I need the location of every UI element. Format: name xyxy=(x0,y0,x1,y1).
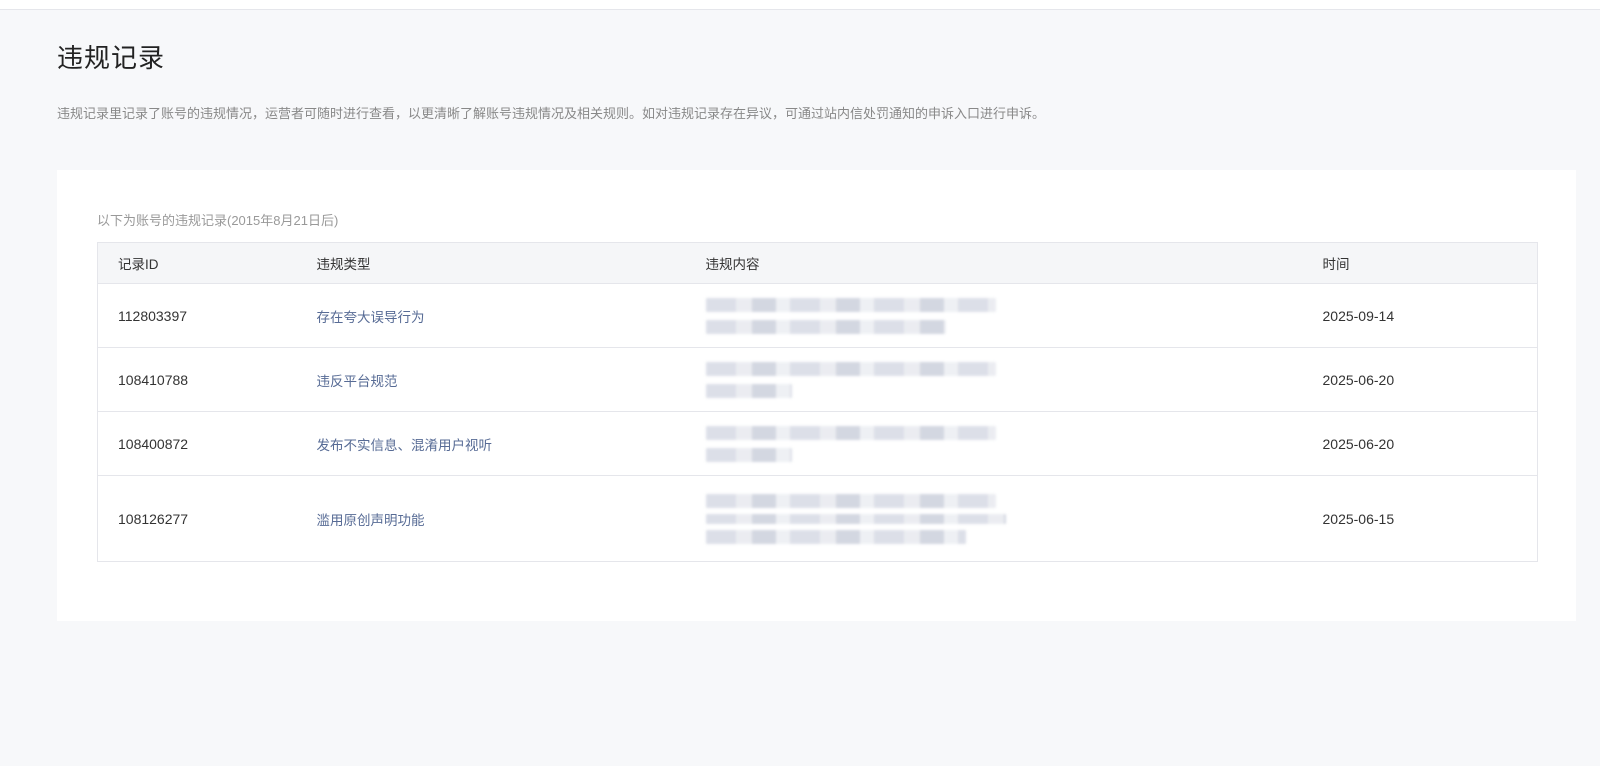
violation-type-cell: 滥用原创声明功能 xyxy=(296,475,686,562)
table-row: 108400872 发布不实信息、混淆用户视听 2025-06-20 xyxy=(97,411,1538,476)
violation-content-blurred xyxy=(685,411,1303,476)
column-header-violation-type: 违规类型 xyxy=(296,242,686,284)
blurred-text-line xyxy=(705,529,966,544)
blurred-text-line xyxy=(705,383,792,398)
table-row: 112803397 存在夸大误导行为 2025-09-14 xyxy=(97,283,1538,348)
blurred-text-line xyxy=(705,361,996,376)
violation-content-blurred xyxy=(685,347,1303,412)
record-id: 108126277 xyxy=(97,475,297,562)
violation-type-cell: 存在夸大误导行为 xyxy=(296,283,686,348)
violation-type-cell: 发布不实信息、混淆用户视听 xyxy=(296,411,686,476)
blurred-text-line xyxy=(705,513,1006,524)
page-title: 违规记录 xyxy=(57,43,166,73)
blurred-text-line xyxy=(705,319,946,334)
record-id: 108410788 xyxy=(97,347,297,412)
violation-type-link[interactable]: 滥用原创声明功能 xyxy=(317,513,425,528)
record-time: 2025-06-20 xyxy=(1302,411,1538,476)
violation-type-link[interactable]: 违反平台规范 xyxy=(317,374,398,389)
column-header-violation-content: 违规内容 xyxy=(685,242,1303,284)
table-header-row: 记录ID 违规类型 违规内容 时间 xyxy=(97,242,1538,284)
record-id: 108400872 xyxy=(97,411,297,476)
violation-content-blurred xyxy=(685,475,1303,562)
blurred-text-line xyxy=(705,425,996,440)
violation-type-link[interactable]: 存在夸大误导行为 xyxy=(317,310,425,325)
violation-type-cell: 违反平台规范 xyxy=(296,347,686,412)
column-header-time: 时间 xyxy=(1302,242,1538,284)
record-time: 2025-06-15 xyxy=(1302,475,1538,562)
record-time: 2025-09-14 xyxy=(1302,283,1538,348)
records-note: 以下为账号的违规记录(2015年8月21日后) xyxy=(97,213,339,228)
records-card: 以下为账号的违规记录(2015年8月21日后) 记录ID 违规类型 违规内容 时… xyxy=(57,170,1576,621)
page-description: 违规记录里记录了账号的违规情况，运营者可随时进行查看，以更清晰了解账号违规情况及… xyxy=(57,106,1046,121)
blurred-text-line xyxy=(705,493,996,508)
table-row: 108410788 违反平台规范 2025-06-20 xyxy=(97,347,1538,412)
record-id: 112803397 xyxy=(97,283,297,348)
violation-records-table: 记录ID 违规类型 违规内容 时间 112803397 存在夸大误导行为 202… xyxy=(97,242,1538,562)
column-header-record-id: 记录ID xyxy=(97,242,297,284)
record-time: 2025-06-20 xyxy=(1302,347,1538,412)
top-bar xyxy=(0,0,1600,10)
blurred-text-line xyxy=(705,447,792,462)
table-row: 108126277 滥用原创声明功能 2025-06-15 xyxy=(97,475,1538,562)
blurred-text-line xyxy=(705,297,996,312)
violation-content-blurred xyxy=(685,283,1303,348)
violation-type-link[interactable]: 发布不实信息、混淆用户视听 xyxy=(317,438,493,453)
